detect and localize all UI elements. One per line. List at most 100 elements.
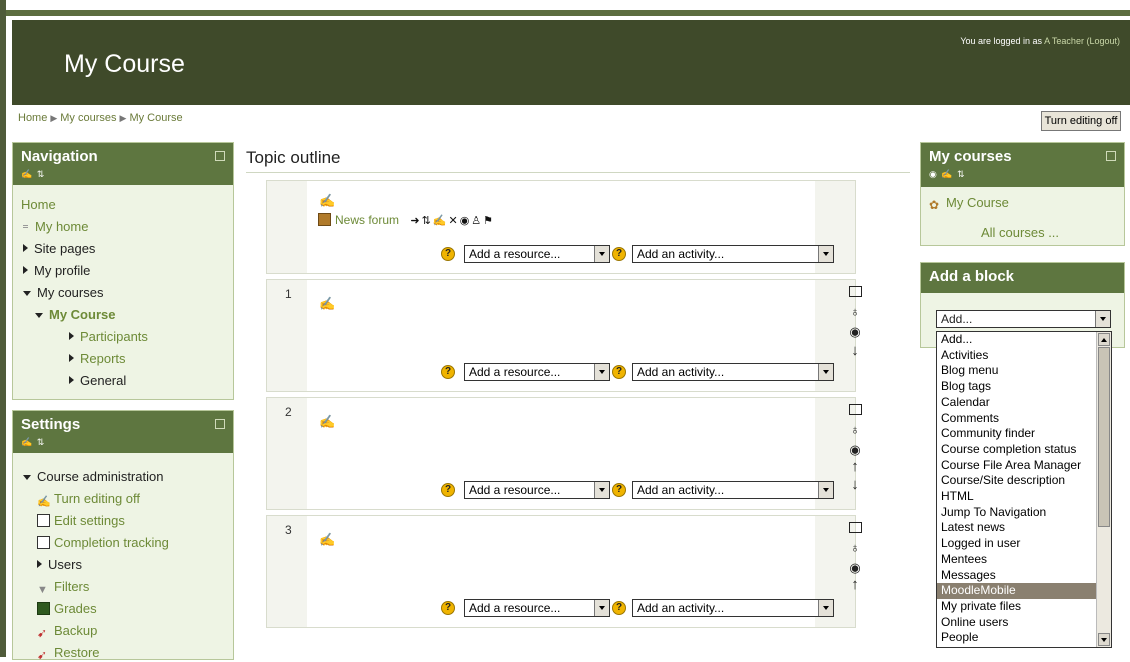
course-administration[interactable]: Course administration <box>23 469 163 484</box>
block-edit-controls-icon[interactable]: ✍ ⇅ <box>21 437 45 448</box>
breadcrumb-home[interactable]: Home <box>18 112 47 124</box>
help-icon[interactable]: ? <box>441 601 455 615</box>
add-block-option[interactable]: Blog tags <box>937 379 1097 395</box>
scrollbar-thumb[interactable] <box>1098 347 1110 527</box>
breadcrumb-my-course[interactable]: My Course <box>129 112 182 124</box>
help-icon[interactable]: ? <box>612 483 626 497</box>
highlight-box-icon[interactable] <box>847 286 863 297</box>
dropdown-scrollbar[interactable] <box>1096 332 1111 647</box>
nav-site-pages[interactable]: Site pages <box>23 241 95 256</box>
restore-icon: ➹ <box>37 648 48 662</box>
add-activity-select-value: Add an activity... <box>637 365 725 379</box>
add-block-option[interactable]: Online users <box>937 615 1097 631</box>
settings-edit-settings[interactable]: Edit settings <box>37 513 125 528</box>
add-resource-select[interactable]: Add a resource... <box>464 481 610 499</box>
my-courses-course-link[interactable]: ✿ My Course <box>929 195 1009 212</box>
add-block-option[interactable]: Course/Site description <box>937 473 1097 489</box>
add-activity-select[interactable]: Add an activity... <box>632 481 834 499</box>
logout-link[interactable]: (Logout) <box>1086 36 1120 46</box>
add-block-option[interactable]: Jump To Navigation <box>937 505 1097 521</box>
add-block-option[interactable]: My private files <box>937 599 1097 615</box>
edit-summary-icon[interactable]: ✍ <box>319 296 335 312</box>
add-block-option[interactable]: Latest news <box>937 520 1097 536</box>
help-icon[interactable]: ? <box>612 601 626 615</box>
settings-turn-editing-off[interactable]: ✍ Turn editing off <box>37 491 140 508</box>
user-link[interactable]: A Teacher <box>1044 36 1084 46</box>
nav-my-courses[interactable]: My courses <box>23 285 103 300</box>
settings-grades[interactable]: Grades <box>37 601 97 616</box>
chevron-down-icon <box>1095 311 1110 327</box>
add-block-option[interactable]: Add... <box>937 332 1097 348</box>
login-info: You are logged in as A Teacher (Logout) <box>960 36 1120 46</box>
hide-block-icon[interactable] <box>215 151 225 161</box>
nav-my-course[interactable]: My Course <box>35 307 115 322</box>
scroll-down-icon[interactable] <box>1098 633 1110 646</box>
settings-completion-tracking[interactable]: Completion tracking <box>37 535 169 550</box>
help-icon[interactable]: ? <box>612 247 626 261</box>
nav-my-profile[interactable]: My profile <box>23 263 90 278</box>
block-edit-controls-icon[interactable]: ◉ ✍ ⇅ <box>929 169 966 180</box>
add-block-option[interactable]: HTML <box>937 489 1097 505</box>
settings-block: Settings ✍ ⇅ Course administration ✍ Turn… <box>12 410 234 662</box>
add-block-option[interactable]: Mentees <box>937 552 1097 568</box>
move-down-icon[interactable]: ↓ <box>847 342 863 359</box>
edit-summary-icon[interactable]: ✍ <box>319 532 335 548</box>
navigation-block-title: Navigation <box>21 148 98 165</box>
eye-icon[interactable]: ◉ <box>847 324 863 340</box>
move-up-icon[interactable]: ↑ <box>847 458 863 475</box>
breadcrumb-my-courses[interactable]: My courses <box>60 112 116 124</box>
add-resource-select[interactable]: Add a resource... <box>464 599 610 617</box>
hide-block-icon[interactable] <box>1106 151 1116 161</box>
move-down-icon[interactable]: ↓ <box>847 476 863 493</box>
help-icon[interactable]: ? <box>441 365 455 379</box>
add-block-select[interactable]: Add... <box>936 310 1111 328</box>
news-forum-link[interactable]: News forum <box>335 213 399 227</box>
add-block-option[interactable]: Course File Area Manager <box>937 458 1097 474</box>
lightbulb-icon[interactable]: ♁ <box>847 304 863 319</box>
help-icon[interactable]: ? <box>441 247 455 261</box>
highlight-box-icon[interactable] <box>847 522 863 533</box>
add-resource-select[interactable]: Add a resource... <box>464 363 610 381</box>
scroll-up-icon[interactable] <box>1098 333 1110 346</box>
highlight-box-icon[interactable] <box>847 404 863 415</box>
add-block-dropdown-list[interactable]: Add... Activities Blog menu Blog tags Ca… <box>936 331 1112 648</box>
hide-block-icon[interactable] <box>215 419 225 429</box>
add-block-option[interactable]: Messages <box>937 568 1097 584</box>
nav-my-home[interactable]: My home <box>23 219 88 234</box>
add-block-option[interactable]: People <box>937 630 1097 646</box>
help-icon[interactable]: ? <box>612 365 626 379</box>
edit-summary-icon[interactable]: ✍ <box>319 193 335 209</box>
eye-icon[interactable]: ◉ <box>847 442 863 458</box>
add-activity-select[interactable]: Add an activity... <box>632 363 834 381</box>
move-up-icon[interactable]: ↑ <box>847 576 863 593</box>
turn-editing-off-button[interactable]: Turn editing off <box>1041 111 1121 131</box>
add-block-option[interactable]: Comments <box>937 411 1097 427</box>
add-block-option[interactable]: Community finder <box>937 426 1097 442</box>
lightbulb-icon[interactable]: ♁ <box>847 422 863 437</box>
add-resource-select[interactable]: Add a resource... <box>464 245 610 263</box>
add-block-option[interactable]: Activities <box>937 348 1097 364</box>
settings-filters[interactable]: ▼ Filters <box>37 579 89 597</box>
nav-home[interactable]: Home <box>21 197 56 212</box>
help-icon[interactable]: ? <box>441 483 455 497</box>
add-block-option-highlighted[interactable]: MoodleMobile <box>937 583 1097 599</box>
nav-general[interactable]: General <box>69 373 126 388</box>
lightbulb-icon[interactable]: ♁ <box>847 540 863 555</box>
eye-icon[interactable]: ◉ <box>847 560 863 576</box>
block-edit-controls-icon[interactable]: ✍ ⇅ <box>21 169 45 180</box>
edit-summary-icon[interactable]: ✍ <box>319 414 335 430</box>
add-activity-select[interactable]: Add an activity... <box>632 599 834 617</box>
add-block-option[interactable]: Calendar <box>937 395 1097 411</box>
add-block-option[interactable]: Course completion status <box>937 442 1097 458</box>
my-courses-course-label: My Course <box>946 195 1009 210</box>
nav-reports[interactable]: Reports <box>69 351 126 366</box>
add-activity-select[interactable]: Add an activity... <box>632 245 834 263</box>
nav-participants[interactable]: Participants <box>69 329 148 344</box>
settings-users[interactable]: Users <box>37 557 82 572</box>
add-block-option[interactable]: Logged in user <box>937 536 1097 552</box>
add-block-option[interactable]: Blog menu <box>937 363 1097 379</box>
all-courses-link[interactable]: All courses ... <box>981 225 1059 240</box>
activity-edit-controls-icon[interactable]: ➜⇅✍✕◉♙⚑ <box>410 215 495 227</box>
settings-backup[interactable]: ➹ Backup <box>37 623 97 640</box>
settings-restore[interactable]: ➹ Restore <box>37 645 100 662</box>
